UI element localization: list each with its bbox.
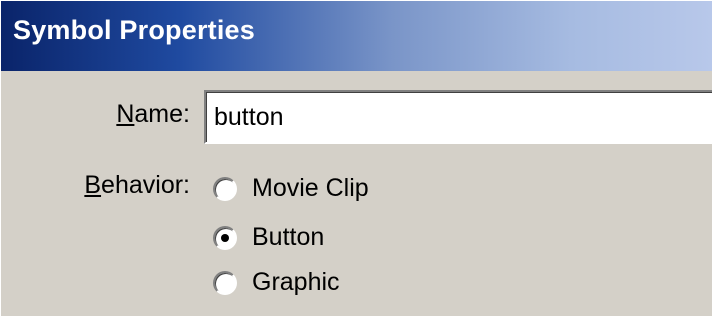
behavior-label-text: ehavior: xyxy=(101,171,190,199)
name-label-text: ame: xyxy=(134,100,190,128)
radio-button-selected[interactable] xyxy=(213,225,237,250)
behavior-label-mnemonic: B xyxy=(84,171,102,199)
behavior-option-button[interactable]: Button xyxy=(213,223,324,252)
name-input[interactable] xyxy=(204,90,712,144)
radio-button[interactable] xyxy=(213,270,237,295)
radio-label-movie-clip: Movie Clip xyxy=(252,174,369,202)
radio-button[interactable] xyxy=(213,176,237,201)
dialog-title: Symbol Properties xyxy=(13,15,255,45)
behavior-option-movie-clip[interactable]: Movie Clip xyxy=(213,174,369,203)
symbol-properties-dialog: Symbol Properties Name: Behavior: Movie … xyxy=(0,0,712,316)
name-label: Name: xyxy=(116,100,190,129)
behavior-label: Behavior: xyxy=(84,171,190,200)
title-bar[interactable]: Symbol Properties xyxy=(1,1,712,71)
radio-label-graphic: Graphic xyxy=(252,268,340,296)
behavior-option-graphic[interactable]: Graphic xyxy=(213,268,340,297)
name-label-mnemonic: N xyxy=(116,100,135,128)
radio-label-button: Button xyxy=(252,223,325,251)
